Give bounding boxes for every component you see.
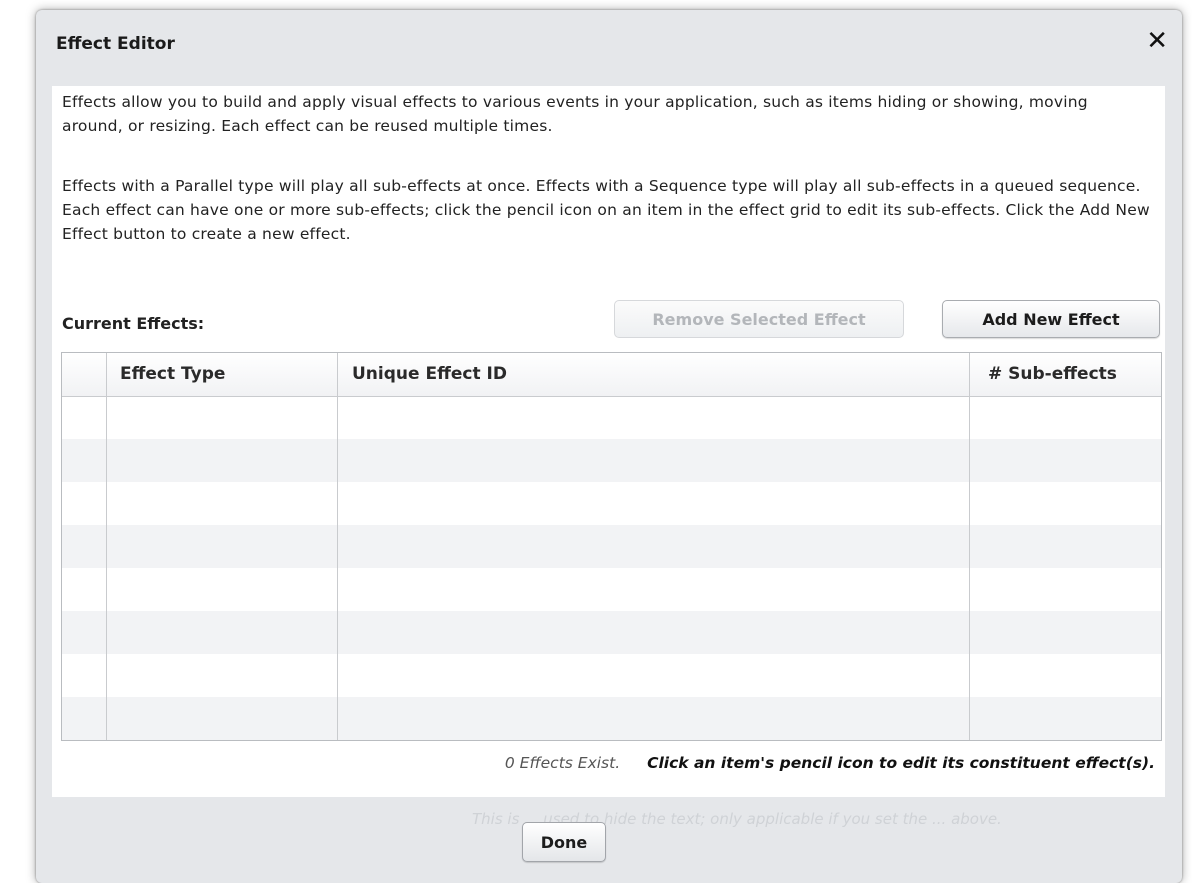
remove-selected-effect-button[interactable]: Remove Selected Effect	[614, 300, 904, 338]
dialog-content: Effects allow you to build and apply vis…	[52, 86, 1165, 797]
dialog-title: Effect Editor	[56, 34, 175, 54]
grid-status: 0 Effects Exist. Click an item's pencil …	[505, 754, 1155, 772]
done-button[interactable]: Done	[522, 822, 606, 862]
column-header-sub-effects[interactable]: # Sub-effects	[988, 353, 1117, 396]
current-effects-label: Current Effects:	[62, 314, 205, 333]
column-header-effect-type[interactable]: Effect Type	[120, 353, 225, 396]
column-divider	[106, 353, 107, 740]
description-paragraph-1: Effects allow you to build and apply vis…	[62, 93, 1088, 135]
column-divider	[337, 353, 338, 740]
grid-row	[62, 525, 1161, 568]
grid-row	[62, 439, 1161, 482]
effects-grid: Effect Type Unique Effect ID # Sub-effec…	[61, 352, 1162, 741]
grid-row	[62, 697, 1161, 740]
edit-hint: Click an item's pencil icon to edit its …	[647, 754, 1155, 772]
grid-header: Effect Type Unique Effect ID # Sub-effec…	[62, 353, 1161, 397]
effect-editor-dialog: Effect Editor ✕ Effects allow you to bui…	[36, 10, 1182, 883]
grid-row	[62, 611, 1161, 654]
column-header-unique-effect-id[interactable]: Unique Effect ID	[352, 353, 507, 396]
effects-count: 0 Effects Exist.	[504, 754, 621, 772]
close-icon[interactable]: ✕	[1146, 28, 1168, 54]
column-divider	[969, 353, 970, 740]
add-new-effect-button[interactable]: Add New Effect	[942, 300, 1160, 338]
column-header-select[interactable]	[62, 353, 106, 396]
description-paragraph-2: Effects with a Parallel type will play a…	[62, 177, 1150, 243]
